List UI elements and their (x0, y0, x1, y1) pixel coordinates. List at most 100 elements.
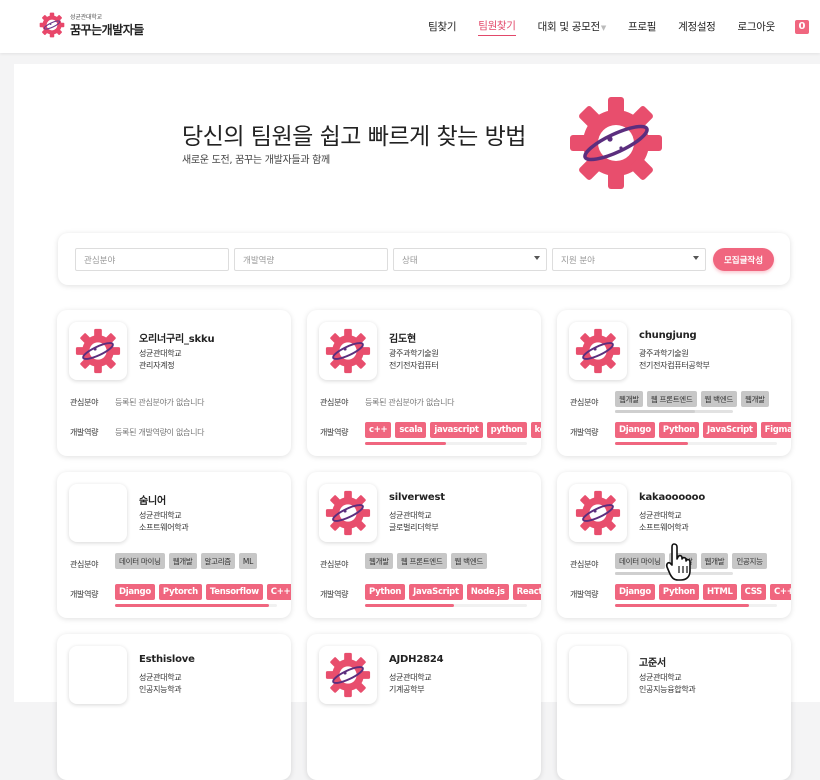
skill-tag: c++ (365, 422, 392, 438)
member-card[interactable]: 오리너구리_skku 성균관대학교 관리자계정 관심분야 등록된 관심분야가 없습니… (57, 310, 291, 456)
member-school: 성균관대학교 (389, 673, 432, 682)
member-card[interactable]: AJDH2824 성균관대학교 기계공학부 (307, 634, 541, 780)
member-name: silverwest (389, 492, 445, 503)
avatar (69, 484, 127, 542)
skill-tag: scala (395, 422, 427, 438)
member-card[interactable]: silverwest 성균관대학교 글로벌리더학부 관심분야 웹개발 웹 프론트엔드 웹… (307, 472, 541, 618)
skill-label: 개발역량 (570, 428, 599, 437)
main-nav: 팀찾기 팀원찾기 대회 및 공모전▼ 프로필 계정설정 로그아웃 0 (406, 0, 809, 53)
interest-label: 관심분야 (70, 398, 99, 407)
skill-tag: Node.js (466, 584, 509, 600)
support-field-select[interactable]: 지원 분야 (552, 248, 706, 271)
nav-logout[interactable]: 로그아웃 (738, 19, 776, 34)
write-recruitment-button[interactable]: 모집글작성 (713, 248, 774, 271)
interest-tag: 데이터 마이닝 (615, 553, 665, 569)
skill-tag: Python (658, 422, 700, 438)
member-card[interactable]: chungjung 광주과학기술원 전기전자컴퓨터공학부 관심분야 웹개발 웹 프론트… (557, 310, 791, 456)
member-school: 광주과학기술원 (639, 349, 689, 358)
skill-tag: Python (658, 584, 700, 600)
skill-scroll-thumb[interactable] (615, 604, 749, 607)
skill-scrollbar[interactable] (115, 604, 277, 607)
member-school: 성균관대학교 (139, 673, 182, 682)
member-department: 소프트웨어학과 (639, 523, 689, 532)
gear-planet-avatar-icon (575, 490, 621, 536)
interest-label: 관심분야 (570, 560, 599, 569)
gear-planet-avatar-icon (575, 328, 621, 374)
interest-filter-input[interactable]: 관심분야 (75, 248, 229, 271)
member-name: AJDH2824 (389, 654, 444, 665)
skill-tag: HTML (703, 584, 737, 600)
avatar (569, 646, 627, 704)
member-department: 기계공학부 (389, 685, 425, 694)
skill-scroll-thumb[interactable] (365, 604, 454, 607)
interest-tag: 웹개발 (168, 553, 197, 569)
interest-label: 관심분야 (70, 560, 99, 569)
member-school: 성균관대학교 (389, 511, 432, 520)
member-name: 오리너구리_skku (139, 334, 215, 345)
skill-scrollbar[interactable] (365, 604, 527, 607)
skill-tag: javascript (430, 422, 483, 438)
interest-scrollbar[interactable] (615, 410, 733, 413)
skill-tags: Django Python JavaScript Figma (615, 422, 791, 438)
interest-scroll-thumb[interactable] (615, 410, 695, 413)
skill-scroll-thumb[interactable] (365, 442, 446, 445)
interest-empty-text: 등록된 관심분야가 없습니다 (365, 398, 455, 407)
member-name: chungjung (639, 330, 697, 341)
hand-pointer-cursor-icon (665, 543, 691, 581)
member-department: 전기전자컴퓨터 (389, 361, 439, 370)
avatar (319, 484, 377, 542)
interest-tag: ML (238, 553, 257, 569)
interest-tag: 웹개발 (700, 553, 729, 569)
hero-title: 당신의 팀원을 쉽고 빠르게 찾는 방법 (182, 124, 526, 150)
interest-tag: 웹개발 (365, 553, 393, 569)
skill-tag: Django (115, 584, 155, 600)
skill-tags: Django Pytorch Tensorflow C++ (115, 584, 291, 600)
skill-tags: c++scalajavascriptpythonkotlin (365, 422, 541, 438)
skill-tag: Django (615, 584, 655, 600)
skill-scrollbar[interactable] (615, 604, 777, 607)
nav-contests[interactable]: 대회 및 공모전▼ (538, 19, 607, 34)
avatar (569, 484, 627, 542)
member-school: 성균관대학교 (639, 673, 682, 682)
skill-scrollbar[interactable] (615, 442, 777, 445)
interest-tags: 데이터 마이닝 웹개발 알고리즘 ML (115, 553, 291, 569)
member-card[interactable]: 숨니어 성균관대학교 소프트웨어학과 관심분야 데이터 마이닝 웹개발 알고리즘 ML 개발… (57, 472, 291, 618)
logo-subtitle: 성균관대학교 (70, 13, 102, 21)
nav-profile[interactable]: 프로필 (628, 19, 656, 34)
avatar (319, 646, 377, 704)
skill-tag: JavaScript (409, 584, 463, 600)
member-department: 소프트웨어학과 (139, 523, 189, 532)
status-select-label: 상태 (402, 255, 418, 266)
skill-filter-input[interactable]: 개발역량 (234, 248, 388, 271)
skill-tag: python (486, 422, 527, 438)
chevron-down-icon (534, 256, 540, 260)
skill-tags: Django Python HTML CSS C++ (615, 584, 791, 600)
skill-scrollbar[interactable] (365, 442, 527, 445)
member-card[interactable]: Esthislove 성균관대학교 인공지능학과 (57, 634, 291, 780)
notification-badge[interactable]: 0 (795, 19, 809, 34)
member-card[interactable]: 김도현 광주과학기술원 전기전자컴퓨터 관심분야 등록된 관심분야가 없습니다 개발역… (307, 310, 541, 456)
skill-scroll-thumb[interactable] (115, 604, 269, 607)
skill-label: 개발역량 (570, 590, 599, 599)
nav-account-settings[interactable]: 계정설정 (678, 19, 716, 34)
nav-find-members[interactable]: 팀원찾기 (478, 18, 516, 36)
gear-planet-avatar-icon (325, 490, 371, 536)
status-select[interactable]: 상태 (393, 248, 547, 271)
member-school: 광주과학기술원 (389, 349, 439, 358)
skill-tag: Tensorflow (205, 584, 263, 600)
member-school: 성균관대학교 (139, 511, 182, 520)
member-name: Esthislove (139, 654, 195, 665)
skill-scroll-thumb[interactable] (615, 442, 688, 445)
interest-tag: 웹 백엔드 (450, 553, 487, 569)
member-department: 관리자계정 (139, 361, 175, 370)
member-name: 김도현 (389, 334, 416, 345)
skill-tag: Django (615, 422, 655, 438)
top-navigation-bar: 성균관대학교 꿈꾸는개발자들 팀찾기 팀원찾기 대회 및 공모전▼ 프로필 계정… (0, 0, 820, 53)
nav-find-team[interactable]: 팀찾기 (428, 19, 456, 34)
member-card[interactable]: 고준서 성균관대학교 인공지능융합학과 (557, 634, 791, 780)
site-logo[interactable]: 성균관대학교 꿈꾸는개발자들 (38, 11, 144, 39)
interest-tag: 웹개발 (740, 391, 769, 407)
member-department: 글로벌리더학부 (389, 523, 439, 532)
interest-tags: 웹개발 웹 프론트엔드 웹 백엔드 (365, 553, 541, 569)
interest-tag: 웹개발 (615, 391, 643, 407)
